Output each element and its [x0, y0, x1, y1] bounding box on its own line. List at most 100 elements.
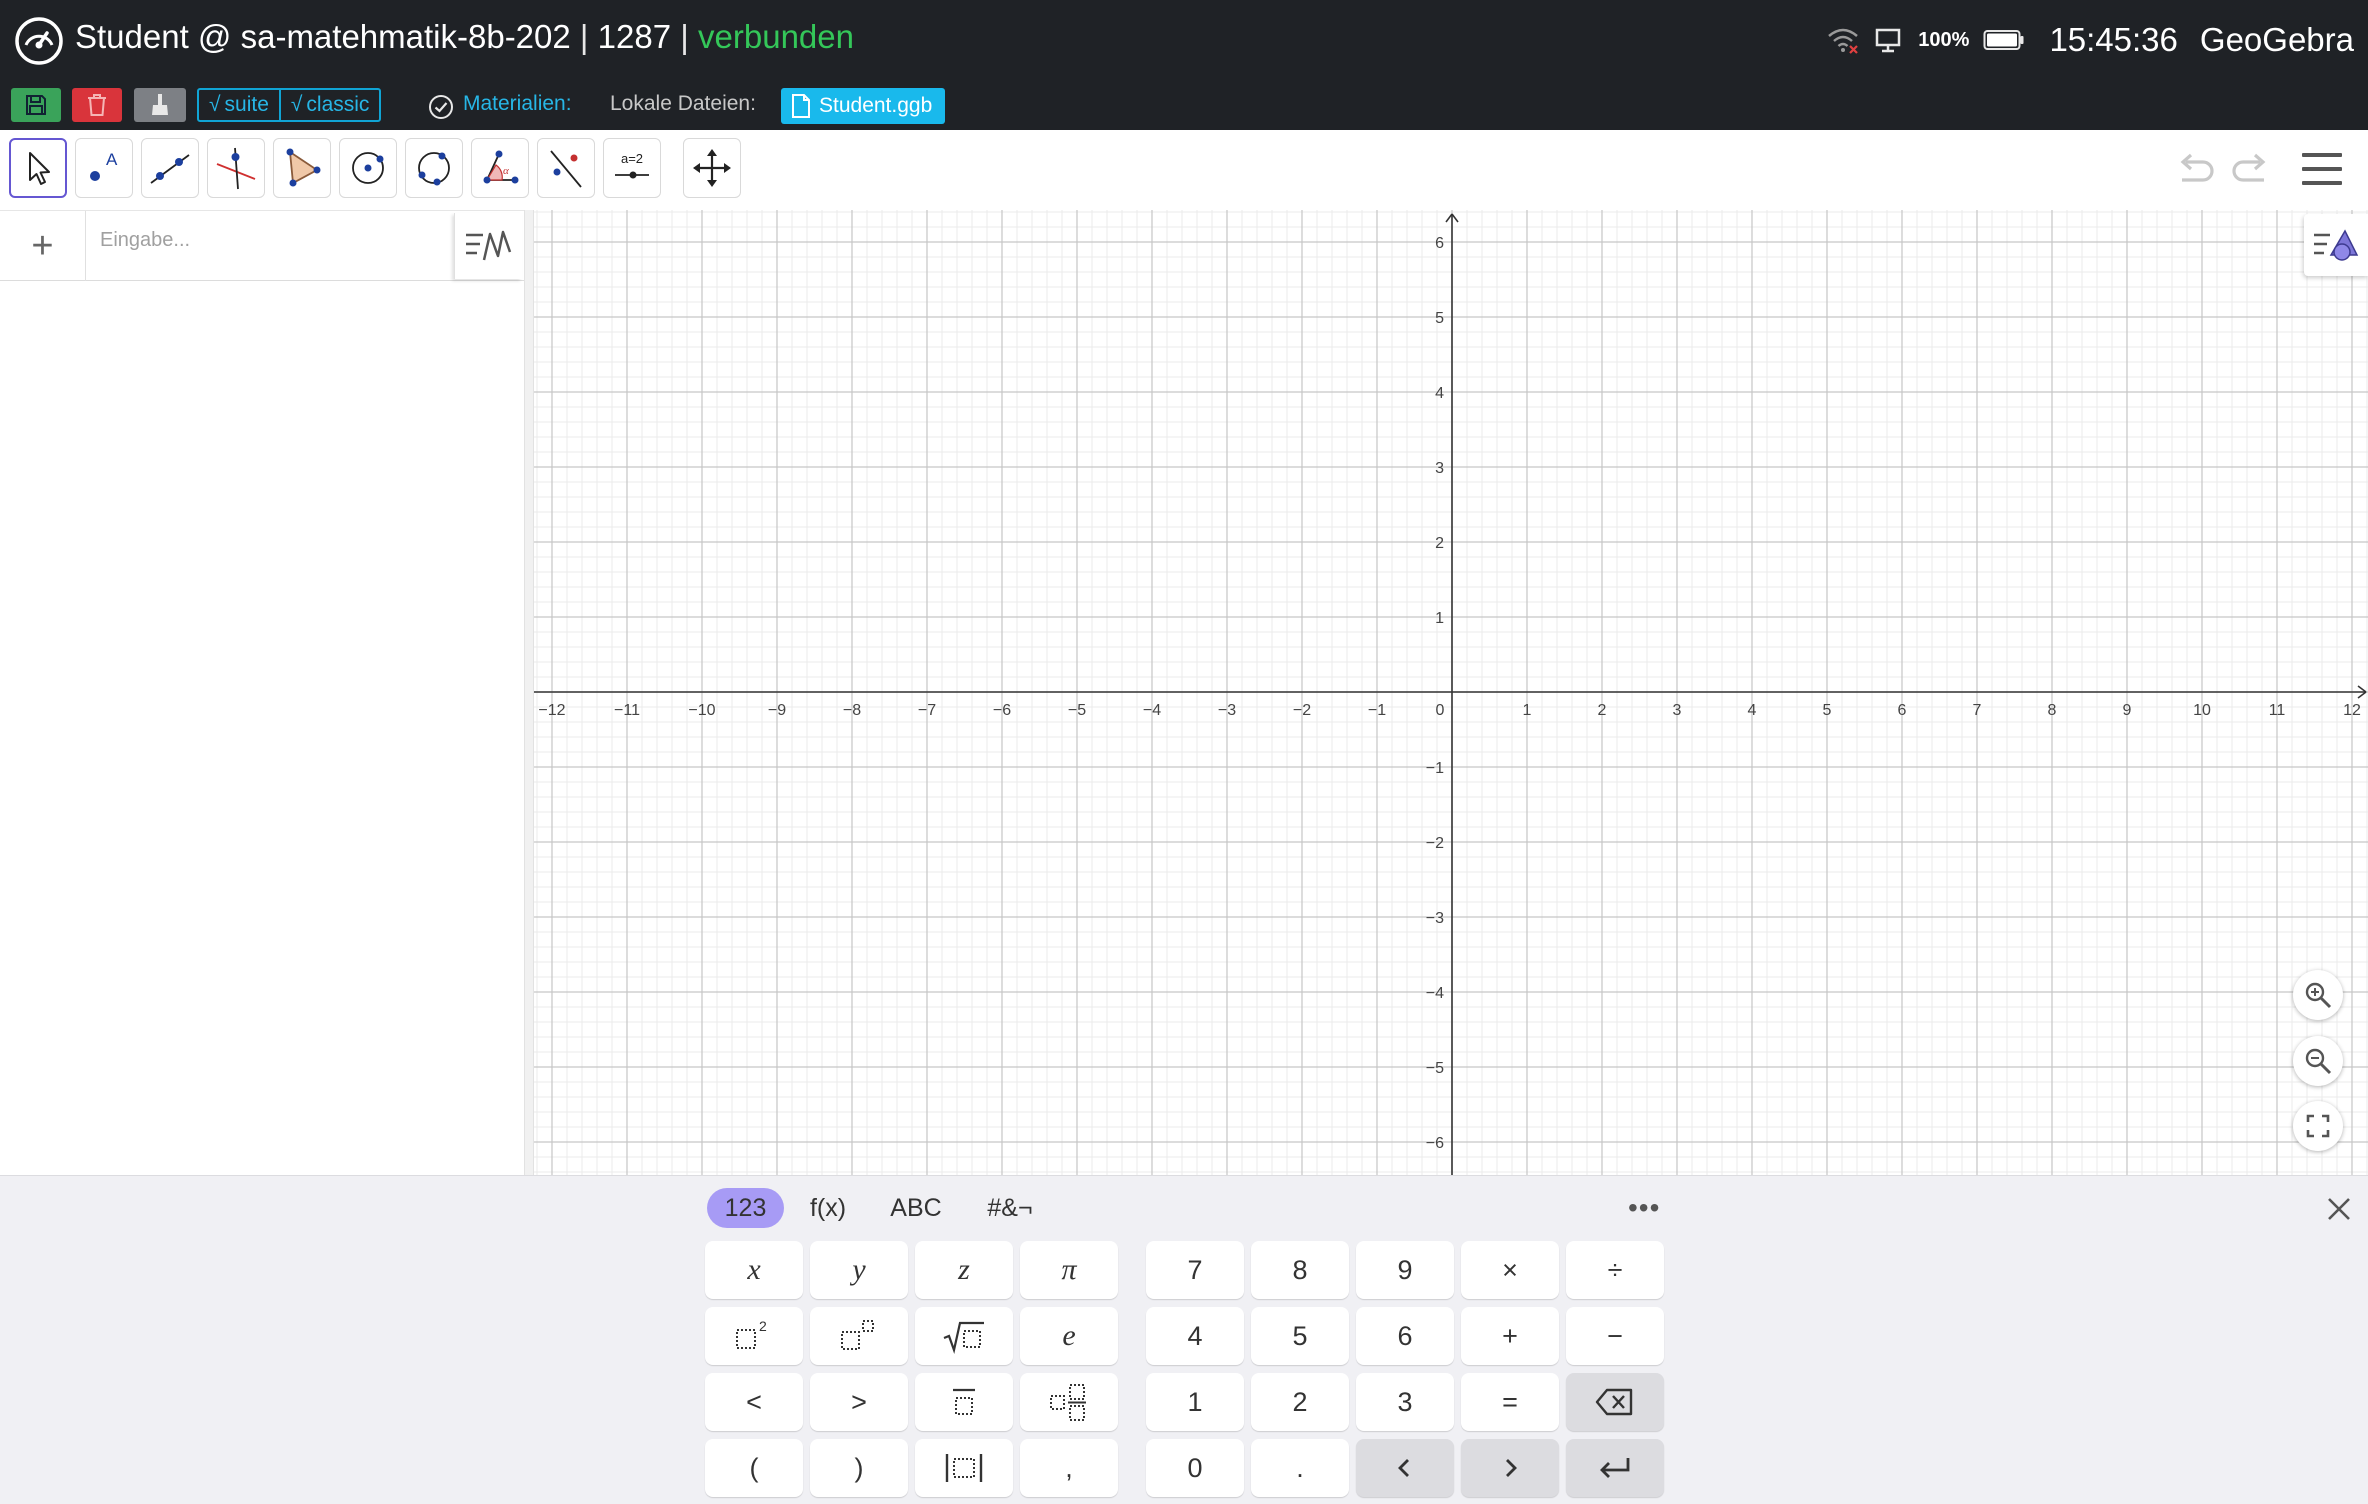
coordinate-grid: −12 −11 −10 −9 −8 −7 −6 −5 −4 −3 −2 −1 0 1 2 3 4 5 6 7 8 9 10 1… [534, 210, 2368, 1175]
algebra-settings-button[interactable] [454, 213, 522, 279]
menu-icon[interactable] [2300, 148, 2344, 190]
clean-button[interactable] [134, 88, 186, 122]
keyboard-tab-symbols[interactable]: #&¬ [975, 1188, 1045, 1228]
polygon-icon [286, 148, 321, 187]
check-circle-icon[interactable] [428, 94, 454, 120]
perpendicular-icon [216, 147, 256, 190]
key-plus-label: + [1502, 1320, 1518, 1351]
key-close-paren[interactable]: ) [810, 1439, 908, 1497]
tool-circle-three-points[interactable] [405, 138, 463, 198]
redo-icon[interactable] [2228, 146, 2274, 192]
x-tick-label: 1 [1523, 702, 1532, 719]
key-8[interactable]: 8 [1251, 1241, 1349, 1299]
key-4[interactable]: 4 [1146, 1307, 1244, 1365]
undo-icon[interactable] [2172, 146, 2218, 192]
y-tick-label: 1 [1435, 610, 1444, 627]
key-e[interactable]: e [1020, 1307, 1118, 1365]
key-y-label: y [852, 1253, 866, 1286]
tool-reflect[interactable] [537, 138, 595, 198]
zoom-in-icon [2305, 982, 2332, 1009]
add-input-button[interactable]: + [0, 211, 86, 281]
tool-point[interactable]: A [75, 138, 133, 198]
x-tick-label: −5 [1068, 702, 1086, 719]
key-multiply[interactable]: × [1461, 1241, 1559, 1299]
key-sqrt[interactable] [915, 1307, 1013, 1365]
tool-move-view[interactable] [683, 138, 741, 198]
y-tick-label: 4 [1435, 385, 1444, 402]
slider-icon: a=2 [615, 151, 649, 179]
key-x-label: x [747, 1253, 761, 1286]
tool-polygon[interactable] [273, 138, 331, 198]
key-comma[interactable]: , [1020, 1439, 1118, 1497]
y-axis-arrow [1451, 213, 1459, 223]
key-mixed-fraction[interactable] [1020, 1373, 1118, 1431]
file-student-button[interactable]: Student.ggb [781, 88, 946, 124]
zoom-in-button[interactable] [2293, 970, 2343, 1020]
keyboard-tab-functions[interactable]: f(x) [800, 1188, 856, 1228]
key-power[interactable] [810, 1307, 908, 1365]
file-name: Student.ggb [819, 94, 933, 117]
key-pi[interactable]: π [1020, 1241, 1118, 1299]
key-7[interactable]: 7 [1146, 1241, 1244, 1299]
key-e-label: e [1062, 1319, 1076, 1352]
suite-button[interactable]: √ suite [199, 90, 279, 120]
close-icon[interactable] [2324, 1194, 2354, 1224]
key-equals[interactable]: = [1461, 1373, 1559, 1431]
keyboard-more-button[interactable]: ••• [1628, 1192, 1660, 1224]
key-3[interactable]: 3 [1356, 1373, 1454, 1431]
key-open-paren-label: ( [749, 1452, 759, 1483]
action-bar: √ suite √ classic Materialien: Lokale Da… [0, 82, 2368, 130]
key-plus[interactable]: + [1461, 1307, 1559, 1365]
key-decimal[interactable]: . [1251, 1439, 1349, 1497]
keyboard-tab-123[interactable]: 123 [707, 1188, 784, 1228]
tool-move[interactable] [9, 138, 67, 198]
delete-button[interactable] [72, 88, 122, 122]
y-tick-label: −3 [1426, 910, 1444, 927]
key-y[interactable]: y [810, 1241, 908, 1299]
fullscreen-button[interactable] [2293, 1101, 2343, 1151]
tool-circle[interactable] [339, 138, 397, 198]
zoom-out-button[interactable] [2293, 1036, 2343, 1086]
key-minus-label: − [1607, 1320, 1623, 1351]
graphics-style-button[interactable] [2304, 214, 2368, 276]
panel-divider[interactable] [524, 210, 534, 1175]
graphics-view[interactable]: −12 −11 −10 −9 −8 −7 −6 −5 −4 −3 −2 −1 0 1 2 3 4 5 6 7 8 9 10 1… [534, 210, 2368, 1175]
key-2[interactable]: 2 [1251, 1373, 1349, 1431]
keyboard-tab-abc[interactable]: ABC [880, 1188, 952, 1228]
key-6[interactable]: 6 [1356, 1307, 1454, 1365]
algebra-input[interactable]: Eingabe... [100, 229, 190, 252]
key-cursor-right[interactable] [1461, 1439, 1559, 1497]
key-enter[interactable] [1566, 1439, 1664, 1497]
svg-text:α: α [503, 165, 509, 177]
fullscreen-icon [2306, 1114, 2330, 1138]
key-backspace[interactable] [1566, 1373, 1664, 1431]
key-0[interactable]: 0 [1146, 1439, 1244, 1497]
key-9[interactable]: 9 [1356, 1241, 1454, 1299]
tool-slider[interactable]: a=2 [603, 138, 661, 198]
key-5[interactable]: 5 [1251, 1307, 1349, 1365]
key-cursor-left[interactable] [1356, 1439, 1454, 1497]
key-less-than[interactable]: < [705, 1373, 803, 1431]
key-square[interactable]: 2 [705, 1307, 803, 1365]
key-1[interactable]: 1 [1146, 1373, 1244, 1431]
classic-button[interactable]: √ classic [278, 90, 380, 120]
key-open-paren[interactable]: ( [705, 1439, 803, 1497]
key-divide[interactable]: ÷ [1566, 1241, 1664, 1299]
gauge-icon [15, 17, 63, 65]
reflect-icon [550, 150, 582, 188]
tool-perpendicular[interactable] [207, 138, 265, 198]
tool-angle[interactable]: α [471, 138, 529, 198]
key-multiply-label: × [1502, 1254, 1518, 1285]
x-axis-arrow [2357, 691, 2367, 699]
file-icon [792, 94, 810, 118]
key-fraction[interactable] [915, 1373, 1013, 1431]
tool-line[interactable] [141, 138, 199, 198]
key-x[interactable]: x [705, 1241, 803, 1299]
y-tick-label: −1 [1426, 760, 1444, 777]
key-minus[interactable]: − [1566, 1307, 1664, 1365]
key-abs[interactable] [915, 1439, 1013, 1497]
save-button[interactable] [11, 88, 61, 122]
key-greater-than[interactable]: > [810, 1373, 908, 1431]
materialien-link[interactable]: Materialien: [463, 92, 572, 116]
key-z[interactable]: z [915, 1241, 1013, 1299]
